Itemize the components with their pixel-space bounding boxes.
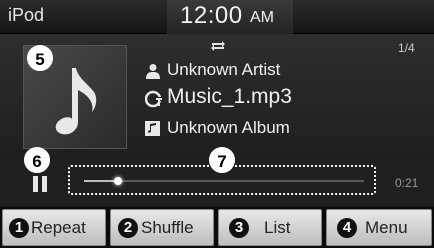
track-count: 1/4 xyxy=(398,41,415,55)
repeat-icon xyxy=(211,41,225,51)
repeat-button[interactable]: 1 Repeat xyxy=(2,209,106,246)
list-button-label: List xyxy=(264,218,291,237)
shuffle-button-label: Shuffle xyxy=(141,218,194,237)
menu-number-badge: 4 xyxy=(337,218,357,238)
list-button[interactable]: 3 List xyxy=(218,209,322,246)
pause-button[interactable] xyxy=(30,174,50,194)
album-icon xyxy=(145,121,160,136)
artist-name: Unknown Artist xyxy=(167,60,281,79)
person-icon xyxy=(146,64,160,79)
callout-6-badge: 6 xyxy=(24,147,50,173)
progress-track xyxy=(84,177,364,185)
callout-5-badge: 5 xyxy=(27,45,53,71)
clock-time: 12:00 xyxy=(180,2,243,29)
repeat-button-label: Repeat xyxy=(31,218,86,237)
repeat-number-badge: 1 xyxy=(9,218,29,238)
album-name: Unknown Album xyxy=(167,118,290,137)
source-label: iPod xyxy=(8,5,45,25)
ipod-player-screen: iPod 12:00 AM 5 1/4 Unknown Artist Music… xyxy=(0,0,434,248)
music-note-icon xyxy=(55,68,97,135)
file-name: Music_1.mp3 xyxy=(167,85,292,108)
menu-button[interactable]: 4 Menu xyxy=(326,209,432,246)
menu-button-label: Menu xyxy=(365,218,408,237)
status-bar: iPod 12:00 AM xyxy=(0,0,434,34)
shuffle-number-badge: 2 xyxy=(118,218,138,238)
elapsed-time: 0:21 xyxy=(395,176,419,190)
file-music-icon xyxy=(145,90,162,108)
progress-knob[interactable] xyxy=(113,177,122,185)
shuffle-button[interactable]: 2 Shuffle xyxy=(110,209,214,246)
clock-am-pm: AM xyxy=(250,9,274,26)
progress-fill xyxy=(84,180,118,182)
callout-7-badge: 7 xyxy=(209,147,235,173)
list-number-badge: 3 xyxy=(229,218,249,238)
